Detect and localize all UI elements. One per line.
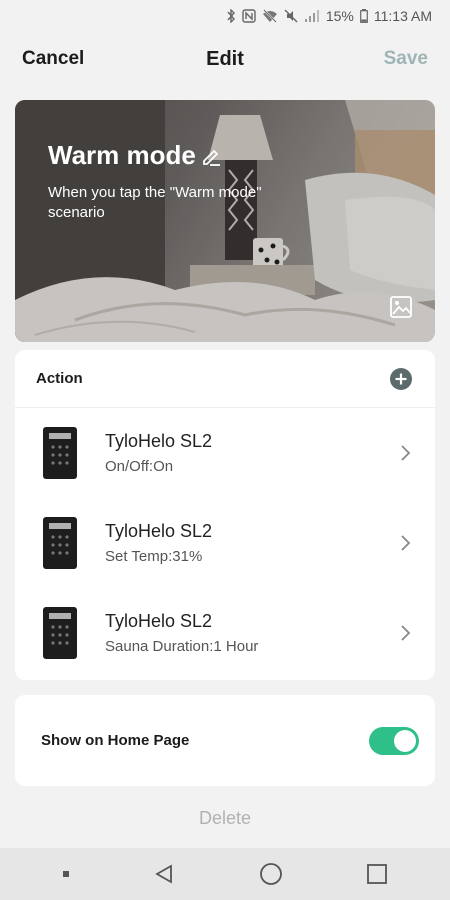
- action-item[interactable]: TyloHelo SL2 Sauna Duration:1 Hour: [15, 588, 435, 678]
- scene-info: Warm mode When you tap the "Warm mode" s…: [48, 140, 308, 223]
- edit-icon[interactable]: [200, 145, 222, 167]
- scene-description: When you tap the "Warm mode" scenario: [48, 184, 262, 221]
- action-item[interactable]: TyloHelo SL2 Set Temp:31%: [15, 498, 435, 588]
- show-on-home-card: Show on Home Page: [15, 695, 435, 786]
- device-name: TyloHelo SL2: [105, 521, 213, 541]
- action-item[interactable]: TyloHelo SL2 On/Off:On: [15, 408, 435, 498]
- status-bar: 15% 11:13 AM: [0, 0, 450, 32]
- chevron-right-icon: [399, 534, 411, 552]
- system-nav-bar: [0, 848, 450, 900]
- device-thumbnail: [43, 607, 77, 659]
- action-list: TyloHelo SL2 On/Off:On TyloHelo SL2 Set …: [15, 408, 435, 678]
- scene-cover-image: Warm mode When you tap the "Warm mode" s…: [15, 100, 435, 342]
- bluetooth-icon: [226, 9, 236, 23]
- home-icon[interactable]: [259, 862, 283, 886]
- nfc-icon: [242, 9, 256, 23]
- top-bar: Cancel Edit Save: [0, 32, 450, 86]
- action-detail: Set Temp:31%: [105, 548, 203, 565]
- clock: 11:13 AM: [373, 8, 432, 24]
- recents-icon[interactable]: [366, 863, 388, 885]
- scene-name: Warm mode: [48, 140, 196, 170]
- nav-dot-icon: [62, 870, 70, 878]
- device-thumbnail: [43, 517, 77, 569]
- device-name: TyloHelo SL2: [105, 611, 213, 631]
- wifi-off-icon: [262, 9, 278, 23]
- battery-icon: [359, 9, 368, 23]
- cancel-button[interactable]: Cancel: [22, 48, 84, 70]
- add-icon[interactable]: [389, 367, 413, 391]
- save-button[interactable]: Save: [384, 48, 428, 70]
- signal-icon: [304, 9, 320, 23]
- device-name: TyloHelo SL2: [105, 431, 213, 451]
- delete-button[interactable]: Delete: [0, 808, 450, 829]
- device-thumbnail: [43, 427, 77, 479]
- chevron-right-icon: [399, 444, 411, 462]
- show-on-home-toggle[interactable]: [369, 726, 419, 755]
- action-detail: On/Off:On: [105, 458, 174, 475]
- chevron-right-icon: [399, 624, 411, 642]
- action-label: Action: [36, 370, 83, 387]
- toggle-knob: [394, 729, 416, 752]
- mute-icon: [284, 9, 298, 23]
- battery-level: 15%: [325, 8, 354, 24]
- image-icon[interactable]: [389, 295, 413, 324]
- back-icon[interactable]: [153, 863, 175, 885]
- action-detail: Sauna Duration:1 Hour: [105, 638, 259, 655]
- action-header: Action: [15, 350, 435, 408]
- action-card: Action TyloHelo SL2 On/Off:On TyloHelo S…: [15, 350, 435, 680]
- show-on-home-label: Show on Home Page: [41, 732, 190, 749]
